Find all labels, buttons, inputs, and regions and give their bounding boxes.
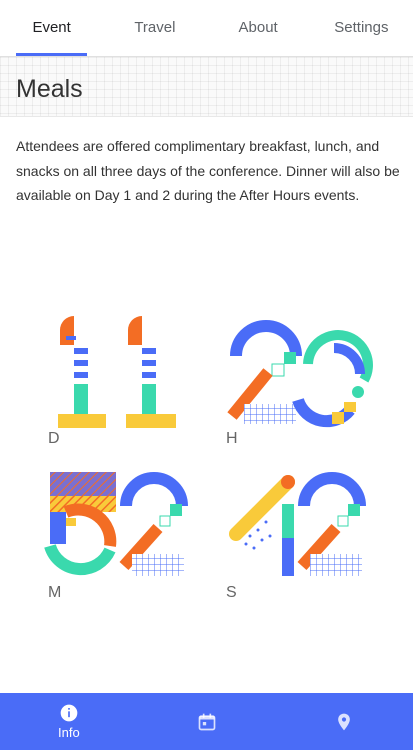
- minutes-digits: [44, 472, 188, 576]
- tab-travel[interactable]: Travel: [103, 0, 206, 56]
- seconds-unit-label: S: [226, 584, 237, 601]
- hours-digits: [227, 320, 373, 428]
- bottom-navigation: Info: [0, 693, 413, 750]
- meals-description: Attendees are offered complimentary brea…: [16, 138, 400, 203]
- calendar-icon: [198, 713, 215, 730]
- nav-info-label: Info: [57, 725, 80, 740]
- minutes-unit-label: M: [48, 584, 62, 601]
- hours-unit-label: H: [226, 430, 238, 447]
- page-title: Meals: [16, 75, 83, 103]
- tab-about-label: About: [238, 18, 278, 36]
- tab-travel-label: Travel: [134, 18, 176, 36]
- tab-settings-label: Settings: [334, 18, 389, 36]
- tab-settings[interactable]: Settings: [310, 0, 413, 56]
- tab-event[interactable]: Event: [0, 0, 103, 56]
- top-tab-bar: Event Travel About Settings: [0, 0, 413, 57]
- info-icon: [60, 704, 78, 722]
- days-digits: [58, 316, 176, 428]
- nav-info[interactable]: Info: [0, 693, 138, 750]
- days-unit-label: D: [48, 430, 60, 447]
- nav-map[interactable]: [275, 693, 413, 750]
- nav-schedule[interactable]: [138, 693, 276, 750]
- page-header: Meals: [0, 57, 413, 117]
- seconds-digits: [229, 472, 366, 576]
- tab-event-label: Event: [32, 18, 71, 36]
- tab-about[interactable]: About: [207, 0, 310, 56]
- countdown-digits-art: [44, 316, 373, 576]
- countdown-graphic: D H M S: [40, 300, 380, 610]
- location-pin-icon: [338, 713, 351, 730]
